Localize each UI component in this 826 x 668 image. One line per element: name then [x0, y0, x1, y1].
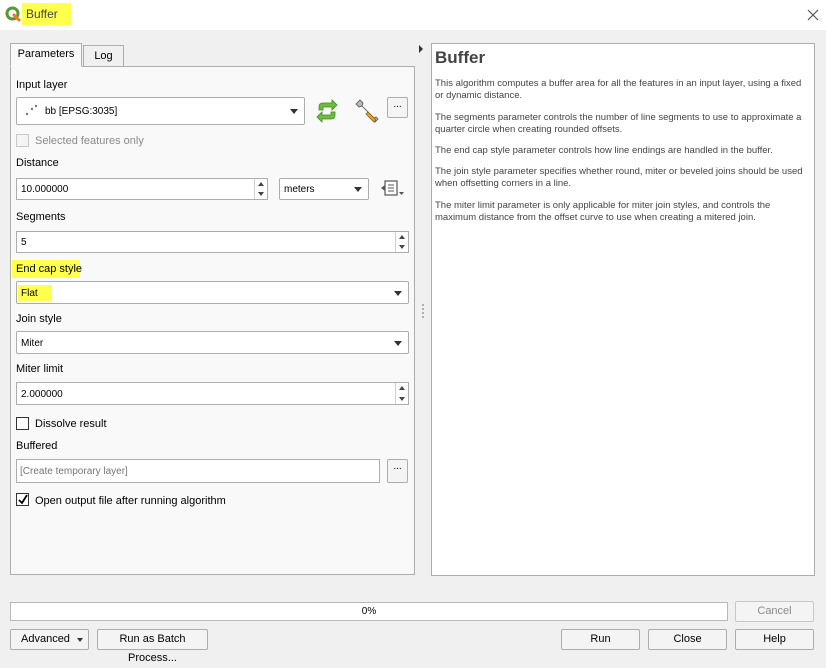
input-layer-value: bb [EPSG:3035]: [45, 106, 118, 117]
window-title: Buffer: [26, 7, 58, 21]
open-output-checkbox[interactable]: [16, 493, 29, 506]
help-button[interactable]: Help: [735, 629, 814, 650]
chevron-down-icon: [394, 291, 402, 296]
distance-stepper[interactable]: [254, 179, 267, 199]
chevron-down-icon: [354, 187, 362, 192]
distance-unit-combo[interactable]: meters: [279, 178, 369, 200]
miter-limit-value: 2.000000: [21, 389, 63, 400]
spin-up-icon[interactable]: [258, 182, 264, 186]
end-cap-value: Flat: [21, 288, 38, 299]
help-paragraph: The miter limit parameter is only applic…: [435, 200, 771, 223]
progress-bar: 0%: [10, 602, 728, 621]
help-title: Buffer: [435, 48, 486, 67]
help-paragraph: The end cap style parameter controls how…: [435, 145, 773, 156]
title-bar: Buffer: [0, 0, 826, 30]
miter-limit-stepper[interactable]: [395, 383, 408, 404]
close-button[interactable]: Close: [648, 629, 727, 650]
spin-up-icon[interactable]: [399, 235, 405, 239]
wrench-icon[interactable]: [352, 98, 380, 124]
qgis-logo-icon: [5, 6, 21, 22]
chevron-down-icon: [394, 341, 402, 346]
help-panel: Buffer This algorithm computes a buffer …: [431, 43, 815, 576]
help-paragraph: The join style parameter specifies wheth…: [435, 166, 803, 189]
batch-process-button[interactable]: Run as Batch Process...: [97, 629, 208, 664]
chevron-down-icon: [290, 109, 298, 114]
advanced-button[interactable]: Advanced: [10, 629, 89, 650]
spin-down-icon[interactable]: [399, 397, 405, 401]
cancel-button[interactable]: Cancel: [735, 601, 814, 622]
progress-text: 0%: [361, 606, 377, 617]
segments-label: Segments: [16, 211, 66, 223]
input-layer-combo[interactable]: bb [EPSG:3035]: [16, 97, 305, 125]
join-style-value: Miter: [21, 338, 44, 349]
chevron-down-icon: [77, 638, 83, 642]
collapse-panel-icon[interactable]: [417, 44, 425, 54]
join-style-combo[interactable]: Miter: [16, 331, 409, 354]
end-cap-combo[interactable]: Flat: [16, 281, 409, 304]
tab-parameters[interactable]: Parameters: [10, 43, 82, 67]
checkmark-icon: [18, 494, 28, 505]
segments-value: 5: [21, 237, 27, 248]
advanced-button-label: Advanced: [21, 633, 70, 645]
point-layer-icon: [25, 104, 38, 116]
miter-limit-input[interactable]: 2.000000: [16, 382, 409, 405]
distance-unit-value: meters: [284, 184, 315, 195]
input-layer-options-button[interactable]: ...: [387, 97, 408, 118]
join-style-label: Join style: [16, 313, 62, 325]
data-defined-override-icon[interactable]: [380, 179, 406, 199]
selected-features-checkbox[interactable]: [16, 134, 29, 147]
output-options-button[interactable]: ...: [387, 459, 408, 483]
open-output-label: Open output file after running algorithm: [35, 495, 226, 507]
end-cap-label: End cap style: [16, 263, 83, 275]
selected-features-label: Selected features only: [35, 135, 144, 147]
distance-label: Distance: [16, 157, 59, 169]
iterate-icon[interactable]: [314, 98, 340, 124]
spin-up-icon[interactable]: [399, 386, 405, 390]
buffered-label: Buffered: [16, 440, 58, 452]
close-icon[interactable]: [805, 7, 821, 23]
output-layer-input[interactable]: [16, 459, 380, 483]
dissolve-label: Dissolve result: [35, 418, 107, 430]
distance-input[interactable]: 10.000000: [16, 178, 268, 200]
spin-down-icon[interactable]: [399, 245, 405, 249]
segments-stepper[interactable]: [395, 232, 408, 252]
tab-log[interactable]: Log: [83, 45, 124, 67]
distance-value: 10.000000: [21, 184, 69, 195]
run-button[interactable]: Run: [561, 629, 640, 650]
help-paragraph: The segments parameter controls the numb…: [435, 112, 802, 135]
miter-limit-label: Miter limit: [16, 363, 64, 375]
splitter-handle[interactable]: [421, 303, 425, 319]
input-layer-label: Input layer: [16, 79, 68, 91]
dissolve-checkbox[interactable]: [16, 417, 29, 430]
segments-input[interactable]: 5: [16, 231, 409, 253]
help-paragraph: This algorithm computes a buffer area fo…: [435, 78, 802, 101]
spin-down-icon[interactable]: [258, 192, 264, 196]
